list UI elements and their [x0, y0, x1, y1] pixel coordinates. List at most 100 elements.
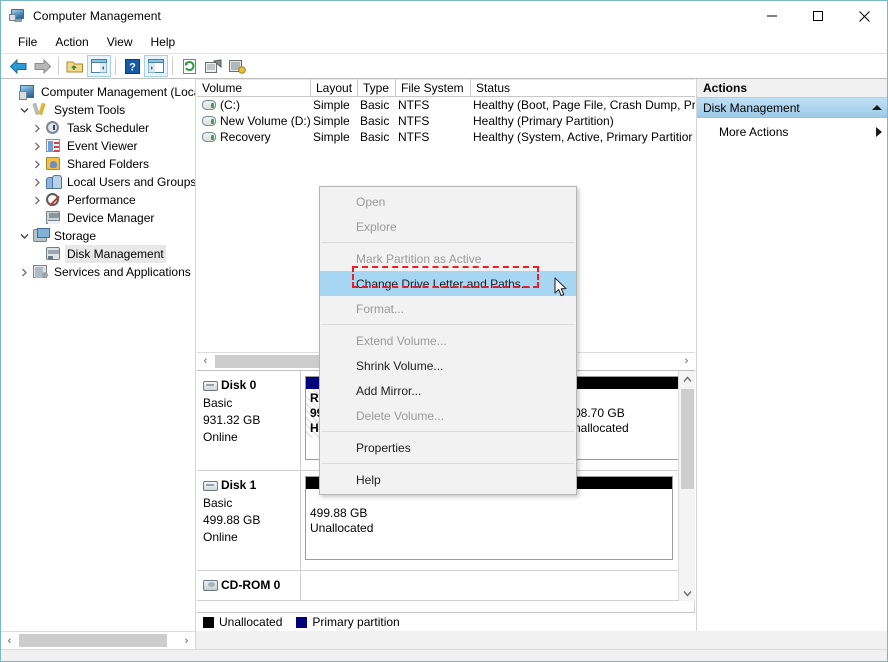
context-menu-separator: [321, 431, 575, 432]
partition-block[interactable]: 08.70 GB nallocated: [569, 376, 681, 460]
scroll-left-arrow-icon[interactable]: ‹: [197, 352, 214, 370]
sidebar-item-shared-folders[interactable]: Shared Folders: [1, 155, 195, 173]
context-menu-item-help[interactable]: Help: [320, 467, 576, 492]
chevron-up-icon[interactable]: [872, 105, 882, 110]
disk-management-icon: [45, 246, 62, 262]
twisty-placeholder: [29, 210, 45, 226]
context-menu-item-open: Open: [356, 194, 386, 209]
legend-swatch: [296, 616, 308, 628]
disk-size: 499.88 GB: [203, 513, 261, 527]
chevron-right-icon[interactable]: [29, 138, 45, 154]
up-folder-icon[interactable]: [63, 55, 87, 77]
column-header-volume[interactable]: Volume: [197, 79, 311, 96]
forward-icon[interactable]: [30, 55, 54, 77]
column-header-file-system[interactable]: File System: [396, 79, 471, 96]
sidebar-item-event-viewer[interactable]: Event Viewer: [1, 137, 195, 155]
partition-text-line: 08.70 GB: [574, 406, 625, 420]
column-header-layout[interactable]: Layout: [311, 79, 358, 96]
volume-row[interactable]: Recovery Simple Basic NTFS Healthy (System, …: [197, 129, 695, 145]
context-menu-item-add-mirror[interactable]: Add Mirror...: [320, 378, 576, 403]
computer-management-icon: [19, 84, 36, 100]
volume-row[interactable]: New Volume (D:) Simple Basic NTFS Healthy (P…: [197, 113, 695, 129]
disk-name: CD-ROM 0: [221, 578, 281, 592]
scroll-left-arrow-icon[interactable]: ‹: [1, 632, 18, 649]
menu-help[interactable]: Help: [142, 33, 185, 52]
sidebar-item-task-scheduler[interactable]: Task Scheduler: [1, 119, 195, 137]
graphical-view-vertical-scrollbar[interactable]: [678, 371, 695, 601]
minimize-button[interactable]: [749, 1, 795, 31]
chevron-right-icon[interactable]: [876, 127, 882, 137]
column-header-status[interactable]: Status: [471, 79, 695, 96]
chevron-right-icon[interactable]: [29, 174, 45, 190]
volume-type: Basic: [360, 98, 390, 112]
legend-item: Unallocated: [203, 615, 282, 629]
volume-layout: Simple: [313, 114, 350, 128]
sidebar-item-computer-management-local[interactable]: Computer Management (Local: [1, 83, 195, 101]
tree-horizontal-scrollbar[interactable]: ‹ ›: [1, 631, 196, 649]
window-controls: [749, 1, 887, 31]
chevron-down-icon[interactable]: [16, 102, 32, 118]
cdrom-icon: [203, 580, 218, 591]
mouse-cursor: [554, 277, 568, 301]
show-hide-console-tree-icon[interactable]: [87, 55, 111, 77]
sidebar-item-storage[interactable]: Storage: [1, 227, 195, 245]
refresh-icon[interactable]: [177, 55, 201, 77]
column-header-type[interactable]: Type: [358, 79, 396, 96]
legend-item: Primary partition: [296, 615, 400, 629]
help-icon[interactable]: ?: [120, 55, 144, 77]
export-list-icon[interactable]: [201, 55, 225, 77]
scroll-right-arrow-icon[interactable]: ›: [178, 632, 195, 649]
computer-management-icon: [9, 8, 26, 24]
rescan-disks-icon[interactable]: [225, 55, 249, 77]
disk-partitions: [301, 571, 678, 600]
sidebar-item-label: Local Users and Groups: [67, 175, 196, 189]
disk-name: Disk 1: [221, 478, 257, 492]
chevron-right-icon[interactable]: [29, 156, 45, 172]
menu-file[interactable]: File: [9, 33, 46, 52]
legend-label: Primary partition: [312, 615, 400, 629]
more-actions-item[interactable]: More Actions: [697, 122, 887, 142]
volume-status: Healthy (System, Active, Primary Partiti…: [473, 130, 693, 144]
disk-row[interactable]: CD-ROM 0: [197, 571, 678, 601]
scroll-thumb[interactable]: [681, 389, 694, 489]
sidebar-item-disk-management[interactable]: Disk Management: [1, 245, 195, 263]
context-menu-item-change-drive-letter-and-paths[interactable]: Change Drive Letter and Paths...: [320, 271, 576, 296]
sidebar-item-services-and-applications[interactable]: Services and Applications: [1, 263, 195, 281]
sidebar-item-performance[interactable]: Performance: [1, 191, 195, 209]
context-menu-item-delete-volume: Delete Volume...: [356, 408, 445, 423]
chevron-right-icon[interactable]: [29, 192, 45, 208]
disk-name: Disk 0: [221, 378, 257, 392]
partition-details: 08.70 GB nallocated: [570, 389, 680, 438]
computer-management-window: Computer Management File Action View Hel…: [0, 0, 888, 662]
twisty-placeholder: [29, 246, 45, 262]
context-menu-item-properties[interactable]: Properties: [320, 435, 576, 460]
volume-name: (C:): [220, 98, 240, 112]
show-hide-action-pane-icon[interactable]: [144, 55, 168, 77]
sidebar-item-system-tools[interactable]: System Tools: [1, 101, 195, 119]
back-icon[interactable]: [6, 55, 30, 77]
close-button[interactable]: [841, 1, 887, 31]
maximize-button[interactable]: [795, 1, 841, 31]
legend-swatch: [203, 616, 214, 628]
scroll-up-arrow-icon[interactable]: [679, 371, 695, 388]
menu-bar: File Action View Help: [1, 31, 887, 53]
sidebar-item-device-manager[interactable]: Device Manager: [1, 209, 195, 227]
chevron-down-icon[interactable]: [16, 228, 32, 244]
chevron-right-icon[interactable]: [16, 264, 32, 280]
disk-icon: [203, 380, 218, 391]
sidebar-item-label: Task Scheduler: [67, 121, 150, 135]
scroll-thumb[interactable]: [19, 634, 167, 647]
legend-label: Unallocated: [219, 615, 283, 629]
volume-row[interactable]: (C:) Simple Basic NTFS Healthy (Boot, Page F…: [197, 97, 695, 113]
sidebar-item-local-users-and-groups[interactable]: Local Users and Groups: [1, 173, 195, 191]
disk-state: Online: [203, 430, 238, 444]
context-menu-item-shrink-volume[interactable]: Shrink Volume...: [320, 353, 576, 378]
system-tools-icon: [32, 102, 49, 118]
scroll-right-arrow-icon[interactable]: ›: [678, 352, 695, 370]
actions-group-disk-management[interactable]: Disk Management: [697, 98, 887, 118]
scroll-down-arrow-icon[interactable]: [679, 585, 695, 601]
menu-action[interactable]: Action: [46, 33, 97, 52]
storage-icon: [32, 228, 50, 244]
menu-view[interactable]: View: [98, 33, 142, 52]
chevron-right-icon[interactable]: [29, 120, 45, 136]
